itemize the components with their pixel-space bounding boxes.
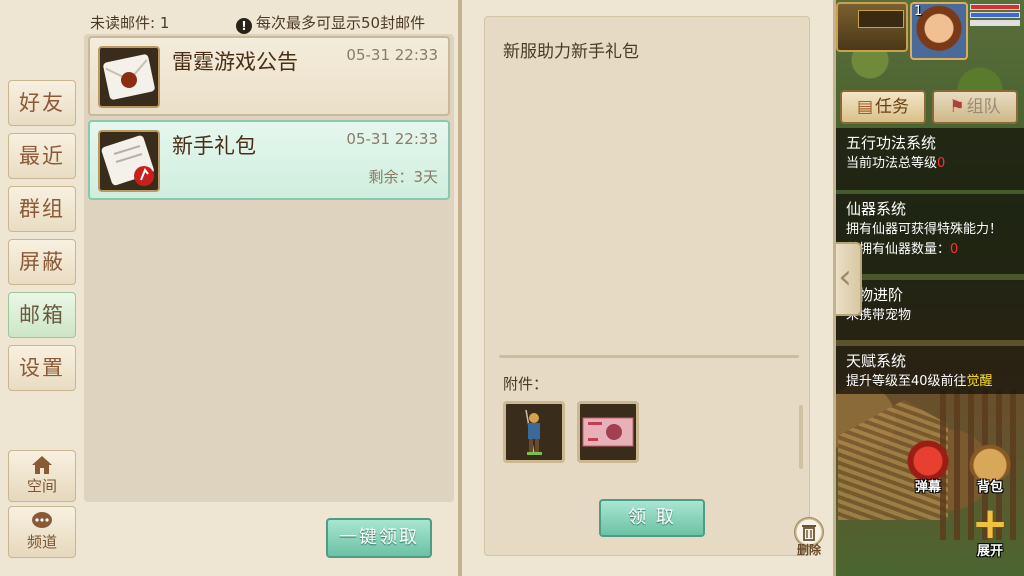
- task-title: 仙器系统: [846, 200, 907, 218]
- task-value: 觉醒: [966, 374, 993, 389]
- delete-label: 删除: [796, 543, 821, 557]
- task-desc: 提升等级至40级前往: [846, 374, 967, 389]
- barrage-button[interactable]: 弹幕: [900, 440, 956, 496]
- status-bars: [970, 4, 1020, 34]
- envelope-icon: [98, 46, 160, 108]
- bag-button[interactable]: 背包: [962, 440, 1018, 496]
- task-item-xianqi[interactable]: 仙器系统 拥有仙器可获得特殊能力！ 前拥有仙器数量：0: [836, 194, 1024, 274]
- expand-label: 展开: [976, 544, 1003, 559]
- mail-title: 雷霆游戏公告: [172, 50, 298, 74]
- buff-frame[interactable]: [836, 2, 908, 52]
- chevron-left-icon: ‹: [838, 257, 852, 297]
- delete-button[interactable]: 删除: [791, 517, 827, 561]
- hp-bar: [970, 4, 1020, 10]
- mail-limit-text: 每次最多可显示50封邮件: [256, 14, 426, 32]
- team-button-label: 组队: [966, 97, 1001, 117]
- task-value: 0: [937, 156, 946, 171]
- tab-groups[interactable]: 群组: [8, 186, 76, 232]
- team-button[interactable]: ⚑ 组队: [932, 90, 1018, 124]
- task-desc: 未携带宠物: [846, 308, 912, 323]
- claim-button[interactable]: 领 取: [599, 499, 705, 537]
- channel-label: 频道: [26, 533, 57, 551]
- task-button[interactable]: ▤ 任务: [840, 90, 926, 124]
- attachment-item-banknote[interactable]: [577, 401, 639, 463]
- bag-label: 背包: [976, 480, 1003, 495]
- tab-settings[interactable]: 设置: [8, 345, 76, 391]
- task-item-pet[interactable]: 物进阶 未携带宠物: [836, 280, 1024, 340]
- exp-bar: [970, 20, 1020, 26]
- unread-count: 未读邮件: 1: [90, 14, 170, 32]
- mail-detail-panel: 新服助力新手礼包 附件： 领 取 删除: [460, 0, 836, 576]
- task-title: 天赋系统: [846, 352, 907, 370]
- tab-mailbox[interactable]: 邮箱: [8, 292, 76, 338]
- space-button[interactable]: 空间: [8, 450, 76, 502]
- mail-remaining: 剩余：3天: [368, 168, 438, 186]
- mail-time: 05-31 22:33: [346, 130, 438, 148]
- alert-icon: !: [236, 18, 252, 34]
- warrior-figure-icon: [525, 409, 542, 455]
- task-desc: 拥有仙器可获得特殊能力！: [846, 222, 1003, 237]
- tab-friends[interactable]: 好友: [8, 80, 76, 126]
- mail-time: 05-31 22:33: [346, 46, 438, 64]
- space-label: 空间: [26, 477, 57, 495]
- divider: [499, 355, 799, 358]
- scroll-icon: ▤: [856, 97, 874, 117]
- home-icon: [31, 455, 53, 475]
- tab-blocked[interactable]: 屏蔽: [8, 239, 76, 285]
- attachments-label: 附件：: [503, 375, 549, 393]
- mail-limit-notice: ! 每次最多可显示50封邮件: [236, 12, 425, 34]
- barrage-label: 弹幕: [914, 480, 941, 495]
- task-title: 五行功法系统: [846, 134, 937, 152]
- player-level: 1: [914, 4, 923, 19]
- task-desc: 当前功法总等级: [846, 156, 938, 171]
- claim-all-button[interactable]: 一键领取: [326, 518, 432, 558]
- mail-item-announcement[interactable]: 雷霆游戏公告 05-31 22:33: [88, 36, 450, 116]
- mail-title: 新手礼包: [172, 134, 256, 158]
- expand-button[interactable]: + 展开: [962, 502, 1018, 560]
- task-item-wuxing[interactable]: 五行功法系统 当前功法总等级0: [836, 128, 1024, 190]
- flag-icon: ⚑: [949, 97, 965, 117]
- letter-attachment-icon: [98, 130, 160, 192]
- attachments-scrollbar[interactable]: [799, 405, 803, 469]
- task-value: 0: [950, 242, 959, 257]
- mail-detail-title: 新服助力新手礼包: [503, 42, 639, 62]
- tab-recent[interactable]: 最近: [8, 133, 76, 179]
- task-button-label: 任务: [875, 97, 910, 117]
- buff-slot: [858, 10, 904, 28]
- mail-item-newbie-gift[interactable]: 新手礼包 05-31 22:33 剩余：3天: [88, 120, 450, 200]
- mail-detail-content: 新服助力新手礼包 附件： 领 取 删除: [484, 16, 824, 557]
- task-item-talent[interactable]: 天赋系统 提升等级至40级前往觉醒: [836, 346, 1024, 394]
- chat-bubble-icon: [31, 511, 53, 531]
- mp-bar: [970, 12, 1020, 18]
- social-panel: 未读邮件: 1 ! 每次最多可显示50封邮件 好友 最近 群组 屏蔽 邮箱 设置 …: [0, 0, 460, 576]
- task-title: 物进阶: [858, 286, 904, 304]
- banknote-icon: [582, 417, 634, 447]
- attachment-item-warrior[interactable]: [503, 401, 565, 463]
- channel-button[interactable]: 频道: [8, 506, 76, 558]
